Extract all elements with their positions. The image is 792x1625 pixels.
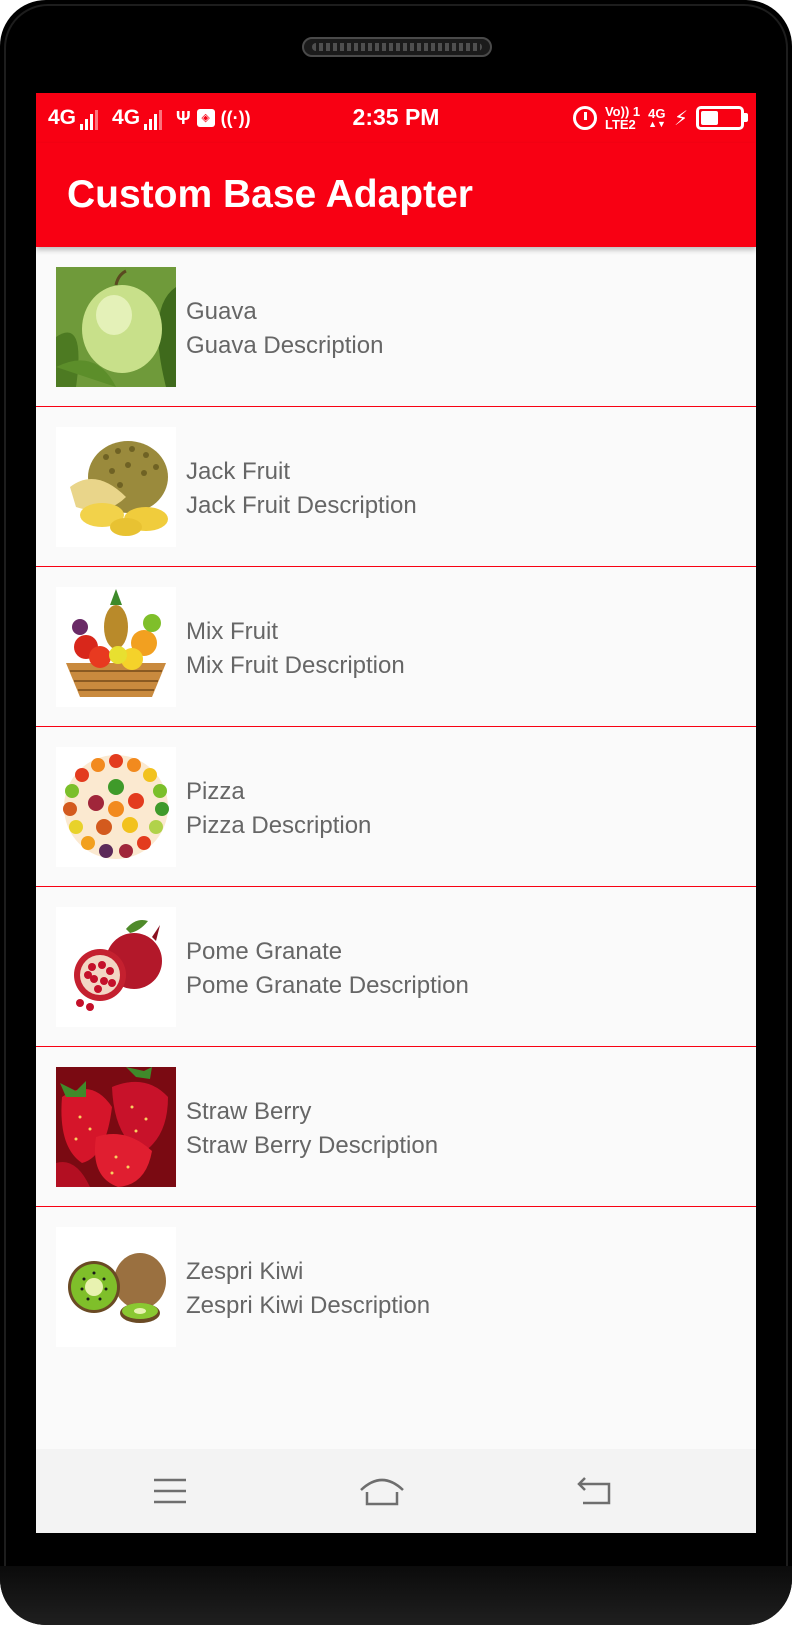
data-arrows-icon: ▲▼ bbox=[648, 119, 666, 129]
speaker-grill bbox=[312, 43, 482, 51]
earpiece-speaker bbox=[302, 37, 492, 57]
volte-bottom: LTE2 bbox=[604, 117, 636, 132]
item-text: Zespri Kiwi Zespri Kiwi Description bbox=[186, 1257, 430, 1321]
item-description: Zespri Kiwi Description bbox=[186, 1292, 431, 1319]
app-bar: Custom Base Adapter bbox=[36, 143, 756, 247]
mix-fruit-basket-image bbox=[56, 587, 176, 707]
item-name: Jack Fruit bbox=[186, 458, 291, 485]
item-text: Pizza Pizza Description bbox=[186, 777, 371, 841]
strawberry-image bbox=[56, 1067, 176, 1187]
item-text: Jack Fruit Jack Fruit Description bbox=[186, 457, 417, 521]
screen: 4G 4G Ψ ◈ ((·)) 2:35 PM Vo)) 1 LTE2 4G ▲… bbox=[36, 93, 756, 1533]
fruit-list[interactable]: Guava Guava Description Jack Fruit Jack … bbox=[36, 247, 756, 1367]
data-indicator: 4G ▲▼ bbox=[648, 107, 666, 129]
item-name: Mix Fruit bbox=[186, 618, 278, 645]
battery-fill bbox=[701, 111, 718, 125]
navigation-bar bbox=[36, 1449, 756, 1533]
list-item[interactable]: Guava Guava Description bbox=[36, 247, 756, 407]
charging-icon: ⚡ bbox=[673, 107, 688, 130]
status-right: Vo)) 1 LTE2 4G ▲▼ ⚡ bbox=[572, 103, 748, 133]
menu-icon bbox=[154, 1478, 186, 1504]
item-description: Straw Berry Description bbox=[186, 1132, 439, 1159]
home-icon bbox=[360, 1478, 404, 1506]
item-name: Pizza bbox=[186, 778, 245, 805]
app-title: Custom Base Adapter bbox=[67, 173, 473, 216]
jack-fruit-image bbox=[56, 427, 176, 547]
item-text: Guava Guava Description bbox=[186, 297, 383, 361]
guava-image bbox=[56, 267, 176, 387]
list-item[interactable]: Pome Granate Pome Granate Description bbox=[36, 887, 756, 1047]
item-description: Pizza Description bbox=[186, 812, 372, 839]
list-item[interactable]: Zespri Kiwi Zespri Kiwi Description bbox=[36, 1207, 756, 1367]
back-button[interactable] bbox=[534, 1449, 654, 1533]
item-description: Guava Description bbox=[186, 332, 384, 359]
item-name: Pome Granate bbox=[186, 938, 343, 965]
list-item[interactable]: Pizza Pizza Description bbox=[36, 727, 756, 887]
item-description: Mix Fruit Description bbox=[186, 652, 405, 679]
list-item[interactable]: Jack Fruit Jack Fruit Description bbox=[36, 407, 756, 567]
back-icon bbox=[577, 1477, 611, 1505]
phone-frame: 4G 4G Ψ ◈ ((·)) 2:35 PM Vo)) 1 LTE2 4G ▲… bbox=[0, 0, 792, 1625]
alarm-icon bbox=[572, 106, 597, 130]
item-text: Straw Berry Straw Berry Description bbox=[186, 1097, 438, 1161]
pomegranate-image bbox=[56, 907, 176, 1027]
status-bar: 4G 4G Ψ ◈ ((·)) 2:35 PM Vo)) 1 LTE2 4G ▲… bbox=[36, 93, 756, 143]
item-description: Pome Granate Description bbox=[186, 972, 469, 999]
vegetable-circle-image bbox=[56, 747, 176, 867]
list-item[interactable]: Mix Fruit Mix Fruit Description bbox=[36, 567, 756, 727]
item-name: Zespri Kiwi bbox=[186, 1258, 304, 1285]
item-description: Jack Fruit Description bbox=[186, 492, 417, 519]
menu-button[interactable] bbox=[110, 1449, 230, 1533]
kiwi-image bbox=[56, 1227, 176, 1347]
item-name: Straw Berry bbox=[186, 1098, 312, 1125]
list-item[interactable]: Straw Berry Straw Berry Description bbox=[36, 1047, 756, 1207]
battery-icon bbox=[696, 106, 748, 130]
item-text: Mix Fruit Mix Fruit Description bbox=[186, 617, 405, 681]
bottom-bezel bbox=[0, 1566, 792, 1625]
volte-indicator: Vo)) 1 LTE2 bbox=[605, 105, 640, 131]
item-text: Pome Granate Pome Granate Description bbox=[186, 937, 469, 1001]
home-button[interactable] bbox=[322, 1449, 442, 1533]
item-name: Guava bbox=[186, 298, 257, 325]
